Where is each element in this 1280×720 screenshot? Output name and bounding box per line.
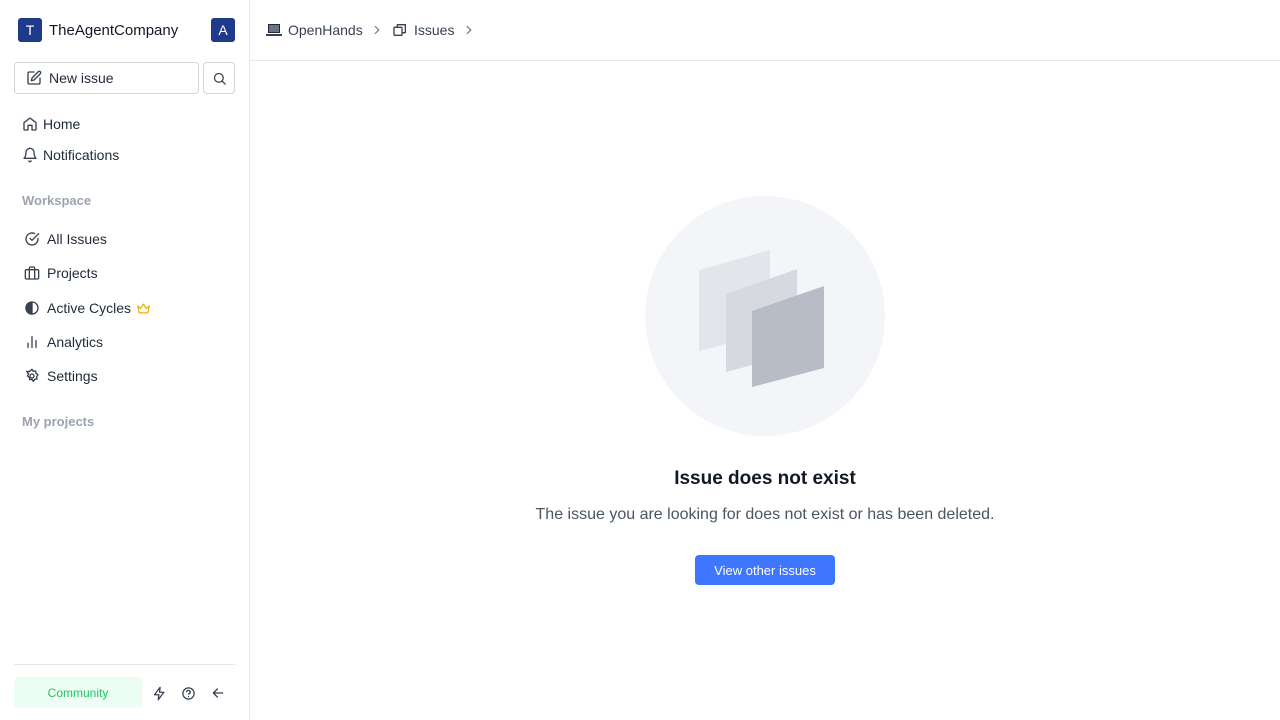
sidebar-item-label: Projects (47, 265, 98, 281)
sidebar-item-notifications[interactable]: Notifications (22, 143, 119, 167)
laptop-icon (266, 24, 282, 36)
sidebar-item-analytics[interactable]: Analytics (24, 330, 103, 354)
view-other-issues-button[interactable]: View other issues (695, 555, 835, 585)
community-badge[interactable]: Community (14, 677, 142, 708)
edit-icon (27, 70, 42, 85)
sidebar-item-settings[interactable]: Settings (24, 364, 98, 388)
home-icon (23, 117, 37, 131)
contrast-icon (25, 301, 39, 315)
breadcrumb-label: Issues (414, 22, 455, 38)
app-root: T TheAgentCompany A New issue Home Notif… (0, 0, 1280, 720)
empty-state: Issue does not exist The issue you are l… (250, 61, 1280, 720)
gear-icon (26, 368, 39, 382)
breadcrumb-issues[interactable]: Issues (392, 20, 454, 40)
user-avatar[interactable]: A (211, 18, 235, 42)
sidebar-item-label: Settings (47, 368, 98, 384)
sidebar-item-projects[interactable]: Projects (24, 261, 98, 285)
sidebar-item-label: Analytics (47, 334, 104, 350)
sidebar-footer-divider (14, 664, 235, 665)
bar-chart-icon (27, 336, 37, 348)
workspace-name: TheAgentCompany (49, 21, 179, 39)
briefcase-icon (24, 266, 40, 280)
workspace-logo: T (18, 18, 42, 42)
my-projects-section-label[interactable]: My projects (22, 414, 94, 429)
stacked-pages-icon (699, 250, 824, 387)
sidebar-item-label: Home (43, 116, 81, 132)
sidebar-item-label: All Issues (47, 231, 107, 247)
new-issue-button[interactable]: New issue (14, 62, 199, 94)
chevron-right-icon (374, 25, 380, 35)
check-circle-icon (25, 232, 40, 246)
arrow-left-icon[interactable] (208, 683, 228, 703)
sidebar-item-home[interactable]: Home (22, 112, 80, 136)
workspace-section-label: Workspace (22, 193, 92, 208)
help-circle-icon[interactable] (178, 683, 198, 703)
chevron-right-icon (466, 25, 472, 35)
search-icon (213, 72, 226, 85)
sidebar-item-all-issues[interactable]: All Issues (24, 227, 107, 251)
sidebar-item-label: Notifications (43, 147, 120, 163)
zap-icon[interactable] (149, 683, 169, 703)
empty-state-description: The issue you are looking for does not e… (535, 506, 995, 523)
sidebar-item-active-cycles[interactable]: Active Cycles (24, 296, 151, 320)
empty-state-title: Issue does not exist (674, 468, 856, 489)
topbar: OpenHands Issues (250, 0, 1280, 61)
workspace-switcher[interactable]: T TheAgentCompany A (18, 18, 235, 42)
sidebar: T TheAgentCompany A New issue Home Notif… (0, 0, 250, 720)
new-issue-label: New issue (49, 70, 114, 86)
empty-illustration (645, 196, 885, 436)
breadcrumb-project[interactable]: OpenHands (266, 20, 363, 40)
search-button[interactable] (203, 62, 235, 94)
layers-icon (393, 24, 406, 36)
sidebar-item-label: Active Cycles (47, 300, 132, 316)
breadcrumb-label: OpenHands (288, 22, 363, 38)
bell-icon (23, 147, 37, 163)
crown-icon (137, 303, 150, 313)
